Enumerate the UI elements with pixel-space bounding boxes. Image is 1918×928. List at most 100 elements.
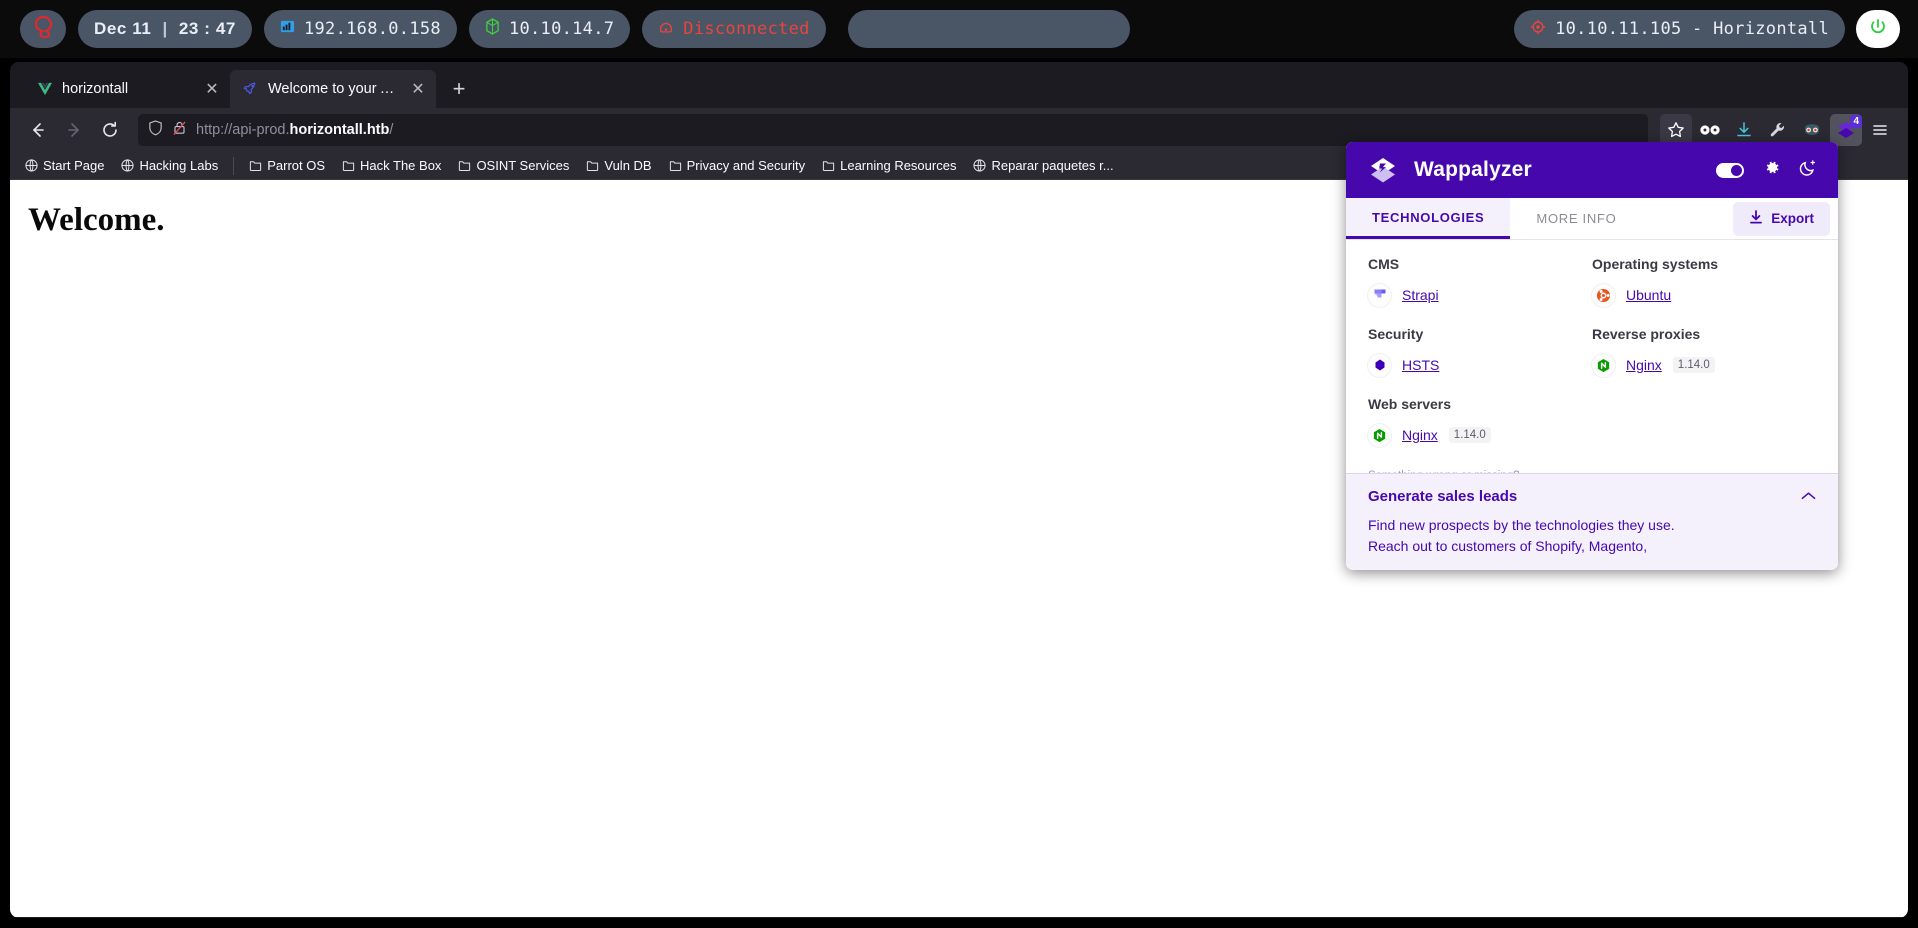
target-pill[interactable]: 10.10.11.105 - Horizontall [1514, 10, 1845, 48]
bookmark-start-page[interactable]: Start Page [18, 155, 111, 176]
url-host: horizontall.htb [290, 122, 390, 138]
back-button[interactable] [22, 114, 54, 146]
technology-row[interactable]: Strapi [1368, 280, 1592, 310]
folder-icon [822, 159, 835, 172]
vpn-ip-value: 10.10.14.7 [509, 19, 614, 39]
tabs-spacer [1642, 198, 1733, 239]
tab-close-button[interactable]: ✕ [202, 79, 222, 99]
category-operating-systems: Operating systems Ubuntu [1592, 256, 1816, 310]
bookmark-label: OSINT Services [476, 158, 569, 173]
export-button[interactable]: Export [1733, 202, 1830, 236]
technology-row[interactable]: Ubuntu [1592, 280, 1816, 310]
promo-body: Find new prospects by the technologies t… [1368, 515, 1816, 556]
bookmark-label: Hacking Labs [139, 158, 218, 173]
reload-button[interactable] [94, 114, 126, 146]
lock-crossed-icon[interactable] [172, 120, 187, 140]
technology-name[interactable]: HSTS [1402, 357, 1439, 373]
url-suffix: / [389, 122, 393, 138]
vpn-status-value: Disconnected [683, 19, 809, 39]
wappalyzer-tabs: TECHNOLOGIES MORE INFO Export [1346, 198, 1838, 240]
vpn-status-pill[interactable]: Disconnected [642, 10, 825, 48]
tab-welcome-to-your-api[interactable]: Welcome to your API ✕ [230, 70, 436, 108]
clock-date: Dec 11 [94, 19, 151, 39]
technology-name[interactable]: Nginx [1402, 427, 1438, 443]
forward-button[interactable] [58, 114, 90, 146]
new-tab-button[interactable]: + [442, 72, 476, 106]
system-topbar: Dec 11 | 23 : 47 192.168.0.158 10.10.14.… [0, 0, 1918, 58]
technology-name[interactable]: Strapi [1402, 287, 1439, 303]
bookmark-label: Hack The Box [360, 158, 441, 173]
bookmark-hacking-labs[interactable]: Hacking Labs [114, 155, 225, 176]
bookmarks-divider [233, 157, 234, 175]
interface-ip-pill[interactable]: 192.168.0.158 [264, 10, 457, 48]
wappalyzer-technologies-list: CMS Strapi Operating systems Ubuntu [1346, 240, 1838, 473]
moon-icon[interactable] [1799, 158, 1818, 182]
bookmark-privacy-and-security[interactable]: Privacy and Security [662, 155, 813, 176]
folder-icon [249, 159, 262, 172]
bookmark-parrot-os[interactable]: Parrot OS [242, 155, 332, 176]
globe-icon [121, 159, 134, 172]
promo-header[interactable]: Generate sales leads [1368, 488, 1816, 505]
workspace-switcher[interactable] [848, 10, 1130, 48]
technology-version: 1.14.0 [1673, 357, 1715, 373]
hsts-icon [1368, 354, 1391, 377]
tab-horizontall[interactable]: horizontall ✕ [24, 70, 230, 108]
tab-technologies[interactable]: TECHNOLOGIES [1346, 198, 1510, 239]
bookmark-vuln-db[interactable]: Vuln DB [579, 155, 658, 176]
network-card-icon [280, 19, 295, 39]
bookmark-label: Parrot OS [267, 158, 325, 173]
technology-row[interactable]: Nginx 1.14.0 [1592, 350, 1816, 380]
category-cms: CMS Strapi [1368, 256, 1592, 310]
parrot-logo-button[interactable] [20, 10, 66, 48]
cube-icon [485, 18, 500, 40]
strapi-rocket-icon [242, 81, 259, 98]
chevron-up-icon[interactable] [1801, 488, 1816, 505]
folder-icon [458, 159, 471, 172]
tab-close-button[interactable]: ✕ [408, 79, 428, 99]
category-security: Security HSTS [1368, 326, 1592, 380]
bookmark-osint-services[interactable]: OSINT Services [451, 155, 576, 176]
power-icon [1869, 18, 1887, 41]
bookmark-reparar-paquetes[interactable]: Reparar paquetes r... [966, 155, 1120, 176]
wappalyzer-badge: 4 [1850, 115, 1862, 128]
vpn-ip-pill[interactable]: 10.10.14.7 [469, 10, 630, 48]
hamburger-menu-icon[interactable] [1864, 114, 1896, 146]
wappalyzer-icon[interactable]: 4 [1830, 114, 1862, 146]
power-toggle-switch[interactable] [1716, 163, 1744, 178]
folder-icon [342, 159, 355, 172]
bookmark-label: Privacy and Security [687, 158, 806, 173]
bookmark-label: Reparar paquetes r... [991, 158, 1113, 173]
technology-name[interactable]: Nginx [1626, 357, 1662, 373]
clock-pill: Dec 11 | 23 : 47 [78, 10, 252, 48]
wappalyzer-popup: Wappalyzer TECHNOLOGIES MORE INFO Export… [1346, 142, 1838, 570]
tab-more-info[interactable]: MORE INFO [1510, 198, 1642, 239]
vue-logo-icon [36, 81, 53, 98]
technology-name[interactable]: Ubuntu [1626, 287, 1671, 303]
nginx-icon [1368, 424, 1391, 447]
technology-row[interactable]: Nginx 1.14.0 [1368, 420, 1592, 450]
parrot-logo-icon [33, 16, 53, 43]
category-web-servers: Web servers Nginx 1.14.0 [1368, 396, 1592, 450]
technology-row[interactable]: HSTS [1368, 350, 1592, 380]
category-title: Web servers [1368, 396, 1592, 412]
target-value: 10.10.11.105 - Horizontall [1555, 19, 1829, 39]
category-title: CMS [1368, 256, 1592, 272]
shield-icon[interactable] [148, 120, 163, 140]
clock-separator: | [162, 19, 167, 39]
folder-icon [669, 159, 682, 172]
power-button[interactable] [1856, 10, 1900, 48]
bookmark-label: Learning Resources [840, 158, 956, 173]
target-icon [1530, 19, 1546, 40]
category-title: Reverse proxies [1592, 326, 1816, 342]
globe-icon [973, 159, 986, 172]
promo-line-2: Reach out to customers of Shopify, Magen… [1368, 536, 1816, 556]
gear-icon[interactable] [1762, 158, 1781, 182]
bookmark-learning-resources[interactable]: Learning Resources [815, 155, 963, 176]
bookmark-label: Vuln DB [604, 158, 651, 173]
tab-title: horizontall [62, 81, 193, 97]
strapi-icon [1368, 284, 1391, 307]
wappalyzer-brand-label: Wappalyzer [1414, 158, 1702, 182]
category-title: Operating systems [1592, 256, 1816, 272]
bookmark-hack-the-box[interactable]: Hack The Box [335, 155, 448, 176]
category-reverse-proxies: Reverse proxies Nginx 1.14.0 [1592, 326, 1816, 380]
